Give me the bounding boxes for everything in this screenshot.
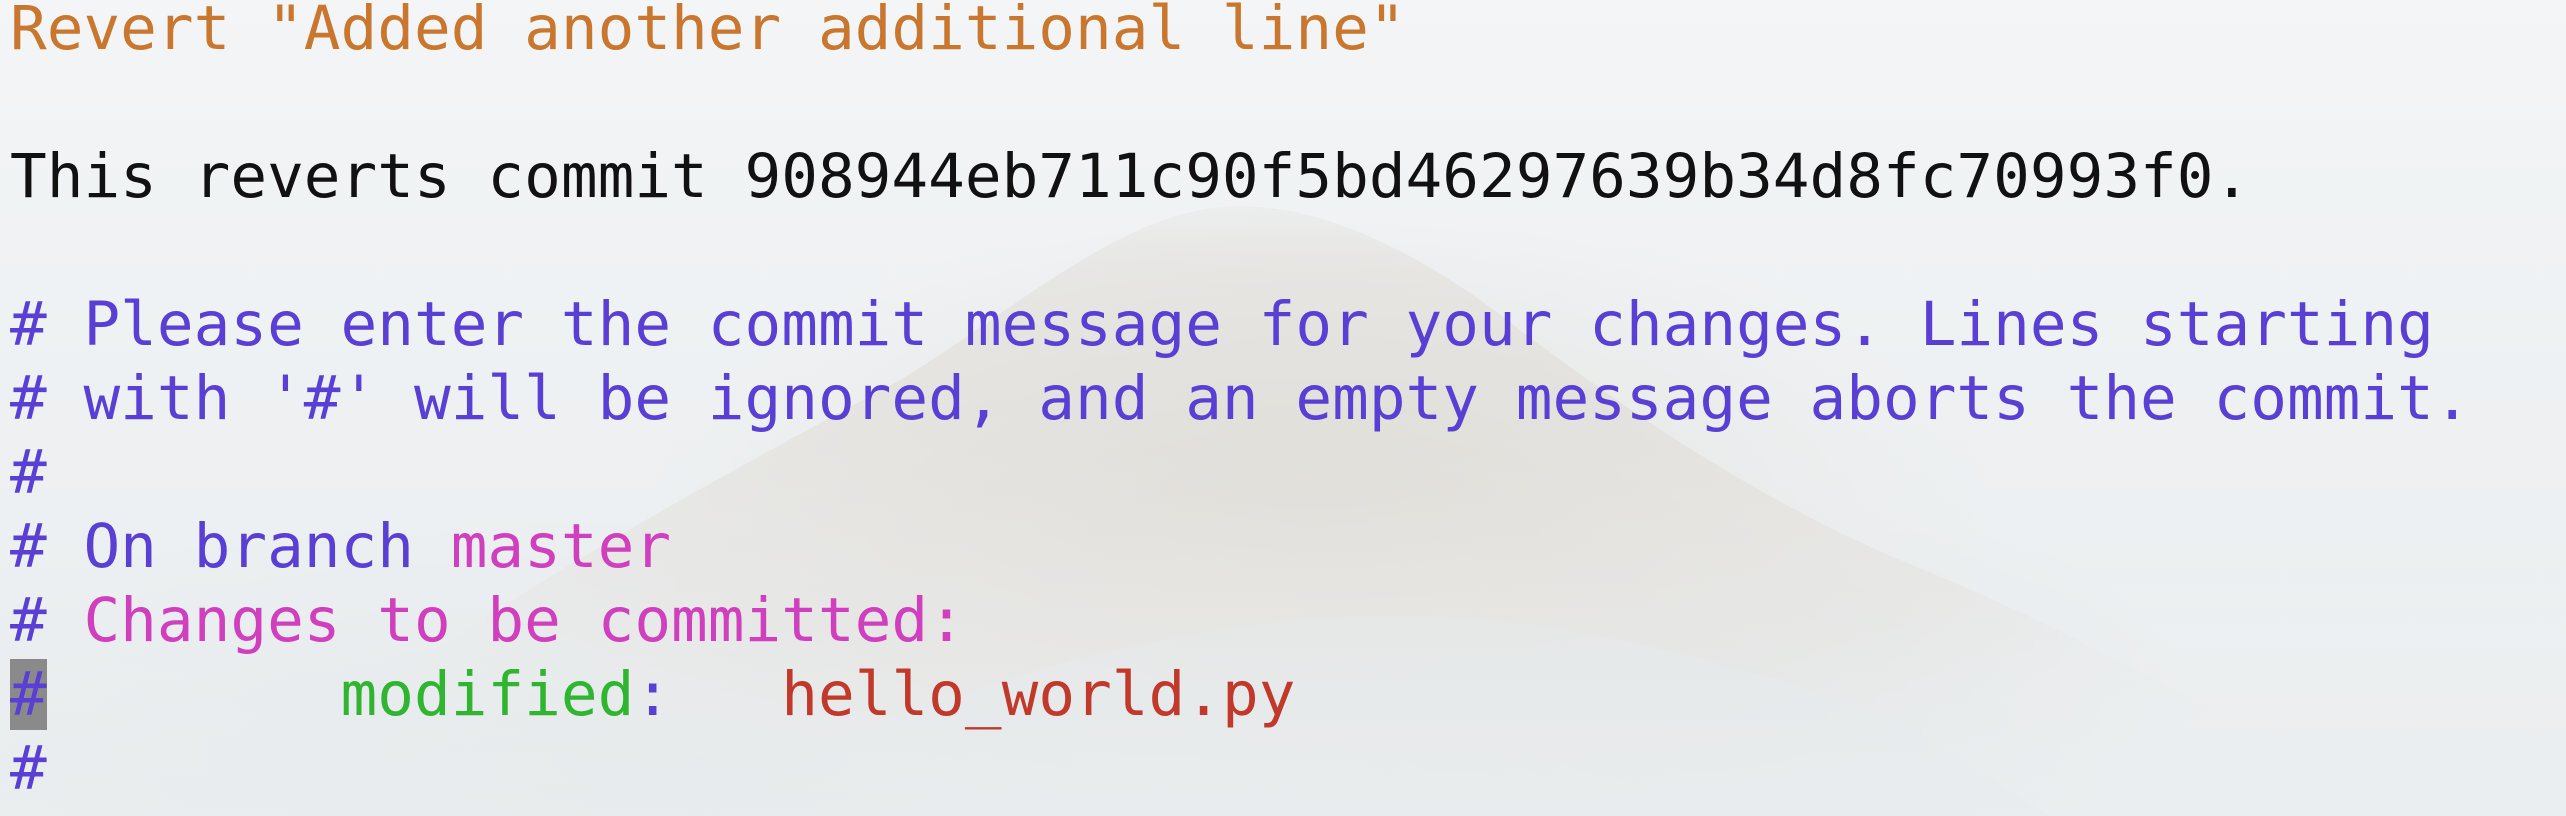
comment-line-2[interactable]: # with '#' will be ignored, and an empty…: [10, 362, 2471, 436]
modified-filename: hello_world.py: [781, 659, 1296, 730]
branch-line[interactable]: # On branch master: [10, 510, 671, 584]
comment-line-1[interactable]: # Please enter the commit message for yo…: [10, 288, 2434, 362]
text-cursor: #: [10, 659, 47, 730]
changes-header-line[interactable]: # Changes to be committed:: [10, 584, 965, 658]
changes-label: Changes to be committed:: [83, 585, 965, 656]
branch-prefix: # On branch: [10, 511, 451, 582]
modified-file-line[interactable]: # modified: hello_world.py: [10, 658, 1295, 732]
changes-hash: #: [10, 585, 84, 656]
branch-name: master: [450, 511, 672, 582]
status-colon: :: [634, 659, 672, 730]
modified-status: modified: [340, 659, 635, 730]
comment-line-final[interactable]: #: [10, 732, 47, 806]
commit-message-editor[interactable]: Revert "Added another additional line" T…: [0, 0, 2566, 816]
comment-line-3[interactable]: #: [10, 436, 47, 510]
commit-subject-line[interactable]: Revert "Added another additional line": [10, 0, 1406, 66]
commit-body-line[interactable]: This reverts commit 908944eb711c90f5bd46…: [10, 140, 2250, 214]
